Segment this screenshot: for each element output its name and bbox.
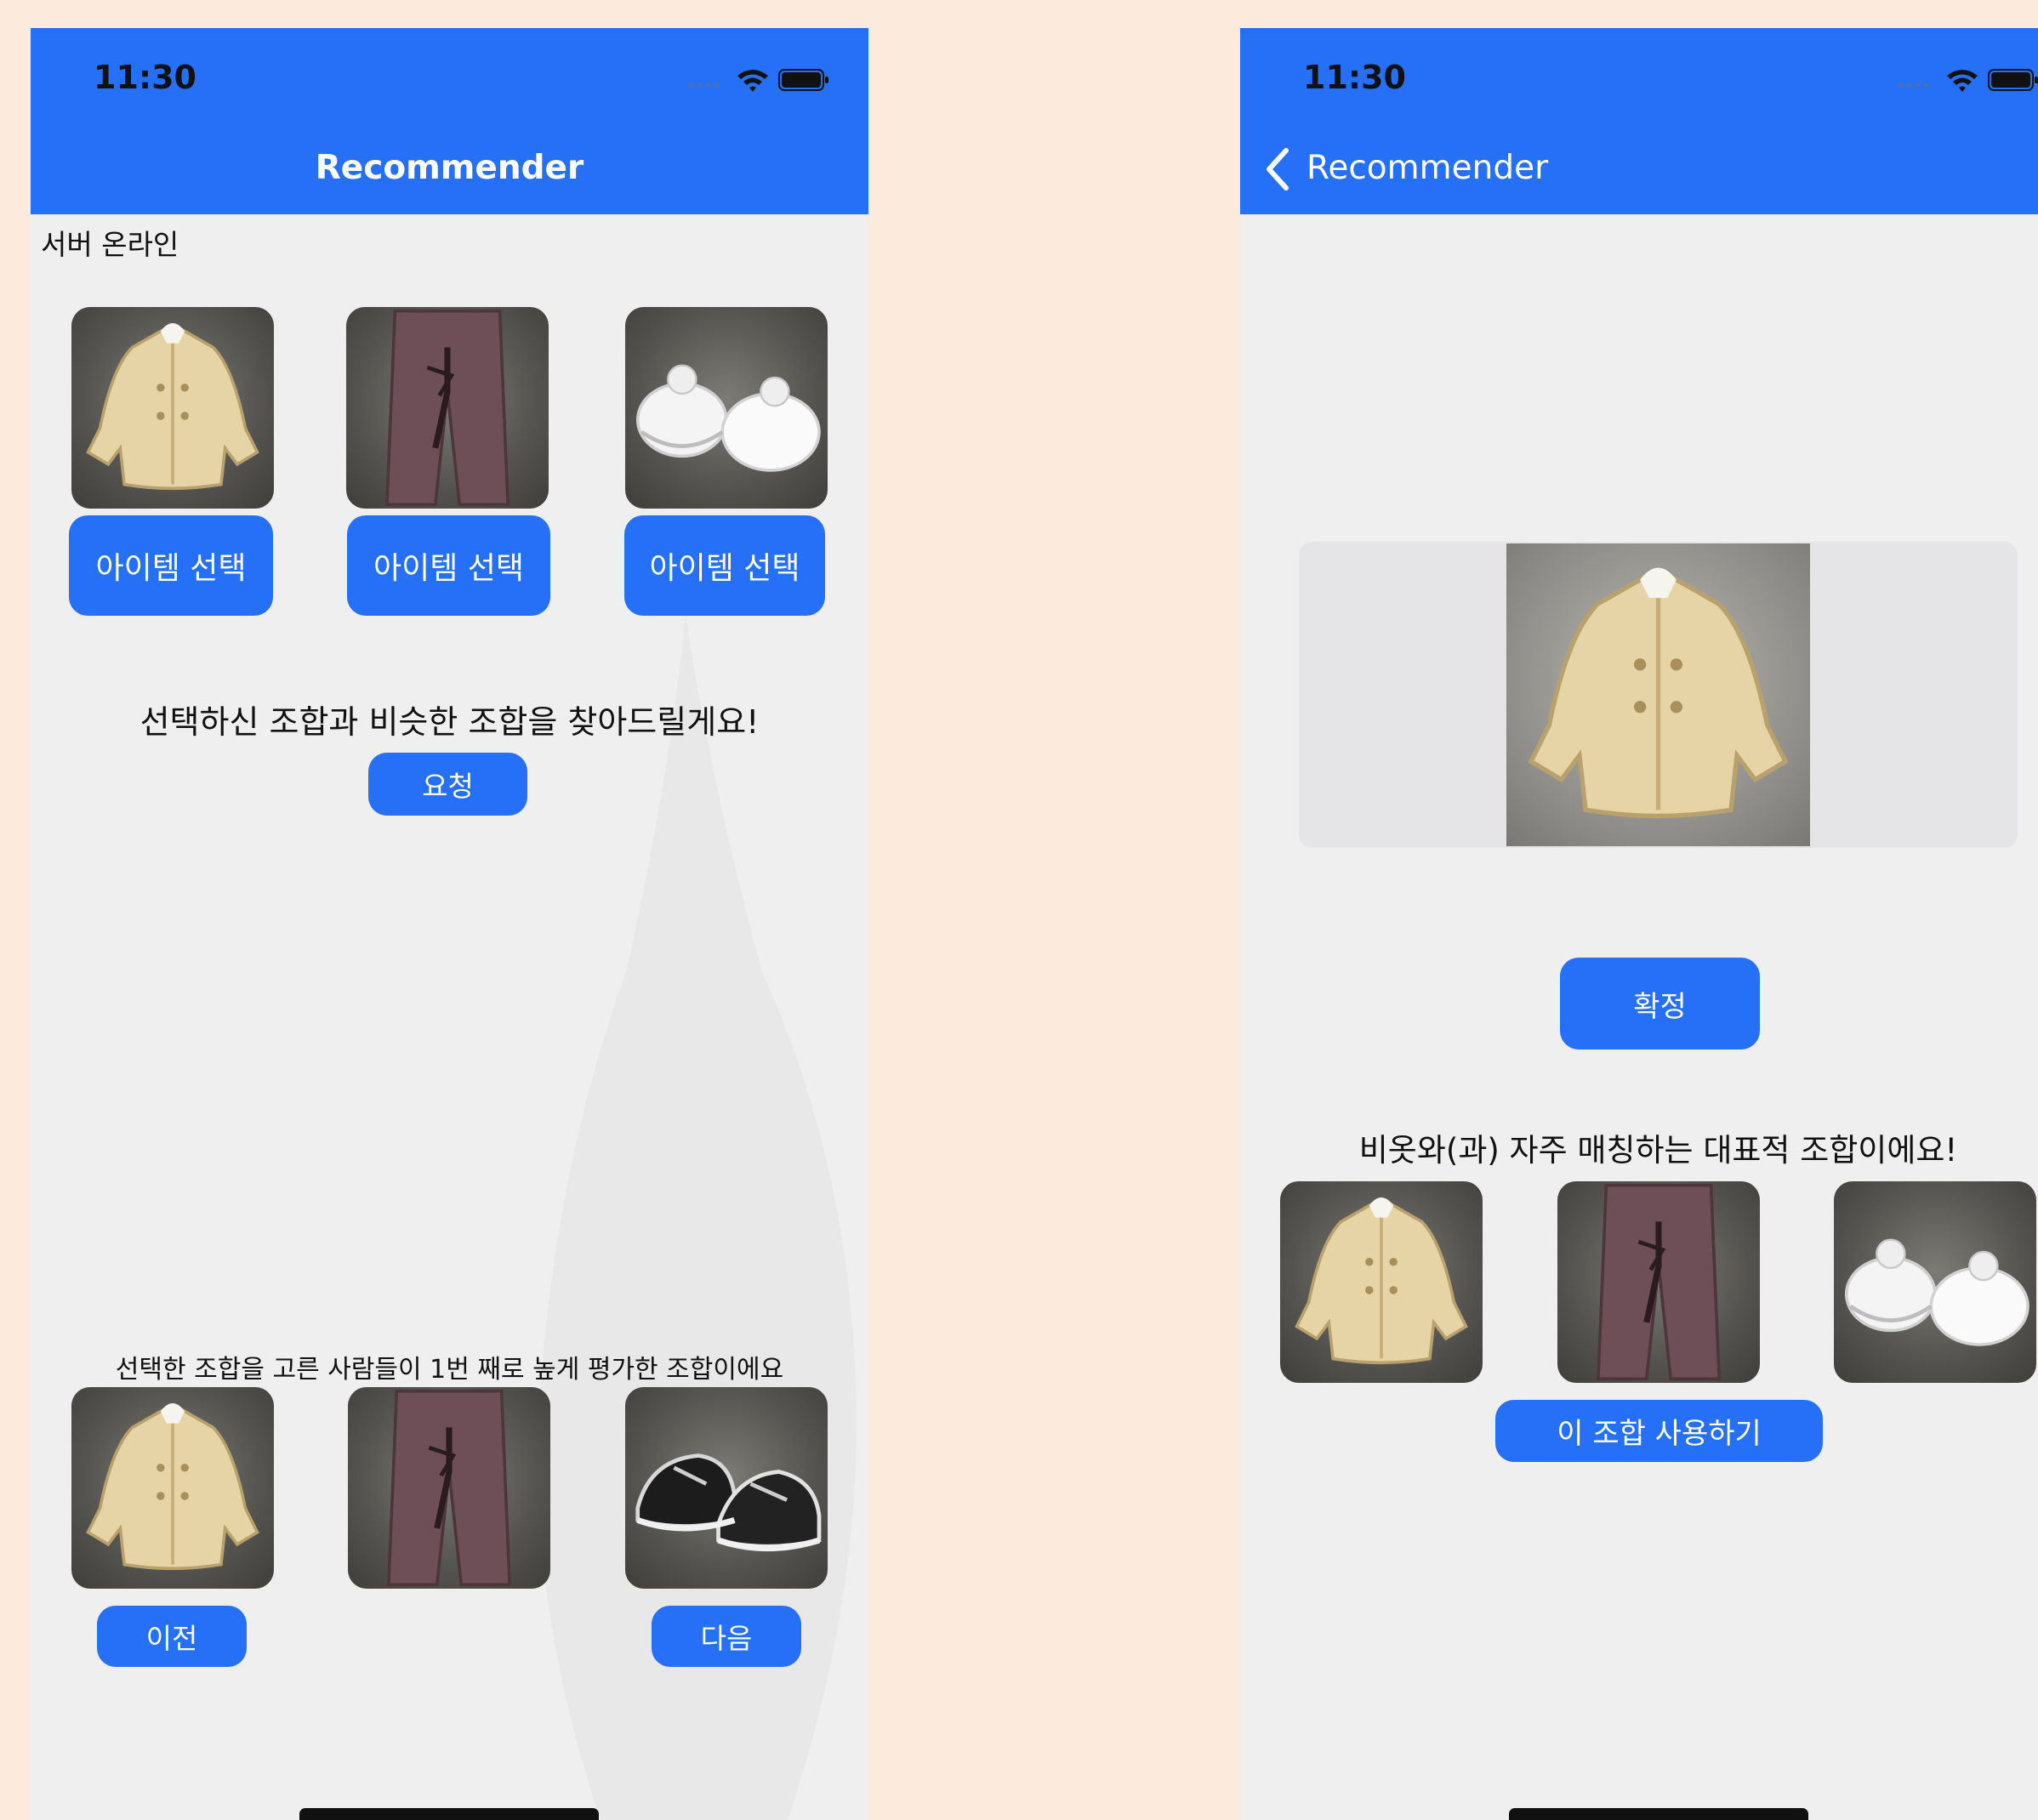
wifi-icon [736,67,770,93]
status-time: 11:30 [1303,59,1406,96]
status-time: 11:30 [94,59,196,96]
pants-icon [1557,1181,1760,1383]
pants-icon [346,307,549,509]
request-button[interactable]: 요청 [368,753,527,816]
left-screen: 11:30 Recommender 서버 온라인 아이템 선택 아이템 선택 아… [31,28,868,1820]
jacket-icon [1280,1181,1483,1383]
preview-image [1506,543,1810,846]
home-indicator[interactable] [299,1808,599,1820]
selected-item-jacket[interactable] [71,307,274,509]
nav-bar: 11:30 Recommender [31,28,868,214]
jacket-icon [71,1387,274,1589]
combo-item-jacket [1280,1181,1483,1383]
prev-button[interactable]: 이전 [97,1606,247,1667]
combo-item-shoes [1834,1181,2036,1383]
server-status: 서버 온라인 [41,228,179,261]
battery-icon [1988,67,2038,93]
next-button[interactable]: 다음 [652,1606,801,1667]
result-item-pants [348,1387,550,1589]
home-indicator[interactable] [1509,1808,1808,1820]
chevron-left-icon [1267,148,1289,191]
pants-icon [348,1387,550,1589]
black-sneakers-icon [625,1387,828,1589]
select-item-button-2[interactable]: 아이템 선택 [347,515,550,616]
select-item-button-3[interactable]: 아이템 선택 [624,515,825,616]
use-combo-button[interactable]: 이 조합 사용하기 [1495,1400,1823,1462]
jacket-icon [1506,543,1810,846]
combo-item-pants [1557,1181,1760,1383]
confirm-button[interactable]: 확정 [1560,958,1760,1049]
nav-bar: 11:30 Recommender [1240,28,2038,214]
result-item-shoes [625,1387,828,1589]
selected-item-pants[interactable] [346,307,549,509]
wifi-icon [1945,67,1979,93]
white-shoes-icon [1834,1181,2036,1383]
jacket-icon [71,307,274,509]
signal-icon [688,81,726,89]
back-title: Recommender [1306,149,1549,187]
result-item-jacket [71,1387,274,1589]
result-caption: 선택한 조합을 고른 사람들이 1번 째로 높게 평가한 조합이에요 [115,1355,784,1385]
right-screen: 11:30 Recommender 확정 비옷와(과) 자주 매칭하는 대표적 … [1240,28,2038,1820]
white-shoes-icon [625,307,828,509]
selected-item-shoes[interactable] [625,307,828,509]
similar-combo-prompt: 선택하신 조합과 비슷한 조합을 찾아드릴게요! [139,703,760,741]
signal-icon [1898,81,1935,89]
battery-icon [778,67,829,93]
combo-caption: 비옷와(과) 자주 매칭하는 대표적 조합이에요! [1358,1132,1958,1169]
select-item-button-1[interactable]: 아이템 선택 [69,515,273,616]
nav-title: Recommender [315,149,584,187]
